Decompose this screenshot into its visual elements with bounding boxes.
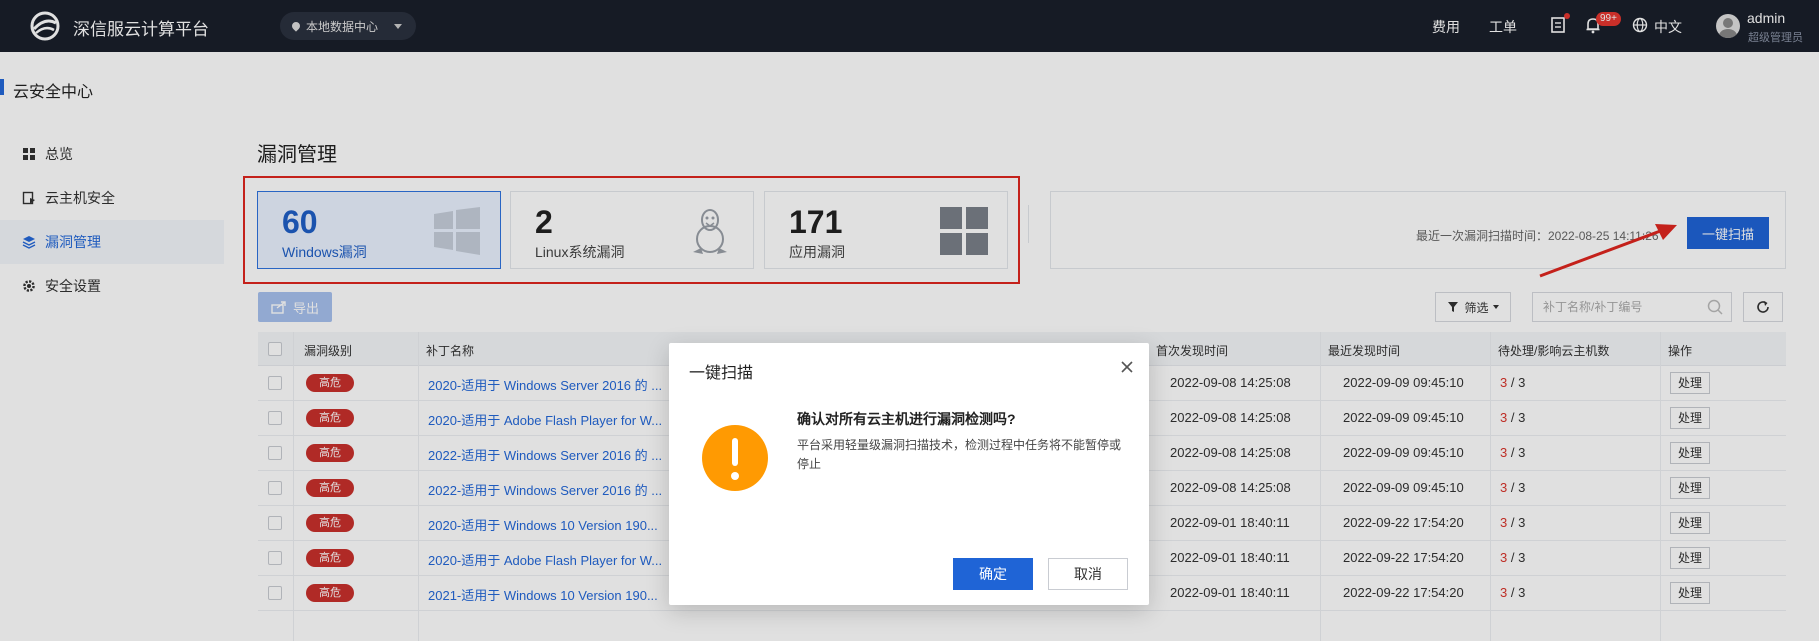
dialog-description: 平台采用轻量级漏洞扫描技术，检测过程中任务将不能暂停或停止 <box>797 438 1122 471</box>
dialog-title: 一键扫描 <box>689 365 754 382</box>
close-icon[interactable] <box>1117 357 1137 377</box>
cancel-button[interactable]: 取消 <box>1048 558 1128 590</box>
dialog-question: 确认对所有云主机进行漏洞检测吗? <box>797 411 1016 427</box>
warning-icon <box>702 425 768 491</box>
confirm-button[interactable]: 确定 <box>953 558 1033 590</box>
scan-confirm-dialog: 一键扫描 确认对所有云主机进行漏洞检测吗? 平台采用轻量级漏洞扫描技术，检测过程… <box>669 343 1149 605</box>
